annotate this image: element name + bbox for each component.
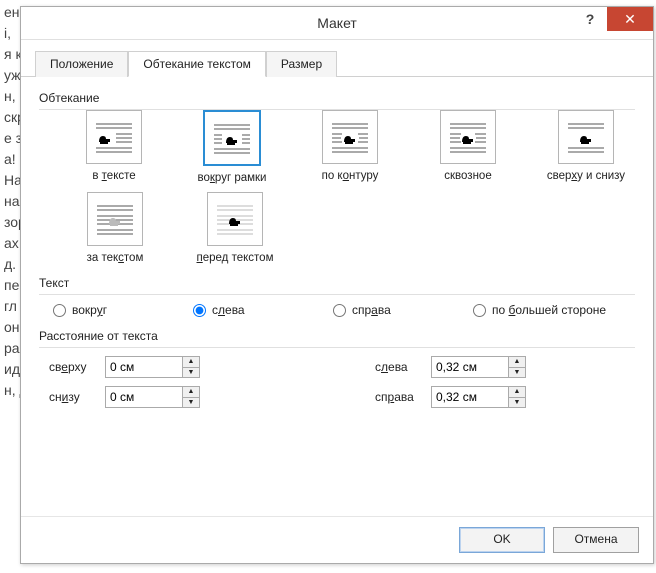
wrap-opt-through-label: сквозное xyxy=(444,170,491,182)
distance-grid: сверху ▲▼ слева ▲▼ снизу ▲▼ справа xyxy=(49,356,635,408)
spin-down-icon[interactable]: ▼ xyxy=(183,368,199,378)
tab-strip: Положение Обтекание текстом Размер xyxy=(21,40,653,77)
spin-up-icon[interactable]: ▲ xyxy=(183,387,199,398)
wrap-opt-through[interactable]: сквозное xyxy=(419,110,517,184)
close-button[interactable]: ✕ xyxy=(607,7,653,31)
dist-right-label: справа xyxy=(375,390,431,404)
dialog-content: Обтекание в тексте вокруг рамки по конту… xyxy=(21,77,653,516)
wrap-opt-behind-label: за текстом xyxy=(87,252,144,264)
dist-right-input[interactable] xyxy=(431,386,509,408)
titlebar: Макет ? ✕ xyxy=(21,7,653,40)
distance-group-label: Расстояние от текста xyxy=(39,329,635,343)
dialog-title: Макет xyxy=(21,7,653,39)
help-button[interactable]: ? xyxy=(573,7,607,31)
tab-position[interactable]: Положение xyxy=(35,51,128,77)
wrap-opt-front[interactable]: перед текстом xyxy=(185,192,285,264)
dist-top-input[interactable] xyxy=(105,356,183,378)
spin-down-icon[interactable]: ▼ xyxy=(183,398,199,408)
spin-down-icon[interactable]: ▼ xyxy=(509,398,525,408)
dist-left-input[interactable] xyxy=(431,356,509,378)
text-group-label: Текст xyxy=(39,276,635,290)
wrap-opt-behind[interactable]: за текстом xyxy=(65,192,165,264)
radio-both[interactable]: вокруг xyxy=(53,303,193,317)
wrapping-group-label: Обтекание xyxy=(39,91,635,105)
tab-wrapping[interactable]: Обтекание текстом xyxy=(128,51,265,77)
wrap-opt-topbottom-label: сверху и снизу xyxy=(547,170,625,182)
radio-right[interactable]: справа xyxy=(333,303,473,317)
wrap-opt-inline-label: в тексте xyxy=(92,170,135,182)
dist-bottom-spinner[interactable]: ▲▼ xyxy=(105,386,205,408)
wrap-opt-square[interactable]: вокруг рамки xyxy=(183,110,281,184)
wrap-opt-tight[interactable]: по контуру xyxy=(301,110,399,184)
text-side-radios: вокруг слева справа по большей стороне xyxy=(53,303,635,317)
spin-up-icon[interactable]: ▲ xyxy=(509,357,525,368)
dist-left-spinner[interactable]: ▲▼ xyxy=(431,356,531,378)
spin-down-icon[interactable]: ▼ xyxy=(509,368,525,378)
tab-size[interactable]: Размер xyxy=(266,51,337,77)
ok-button[interactable]: OK xyxy=(459,527,545,553)
wrap-options-row2: за текстом перед текстом xyxy=(65,192,635,264)
wrap-opt-square-label: вокруг рамки xyxy=(198,172,267,184)
wrap-options-row1: в тексте вокруг рамки по контуру сквозно… xyxy=(65,110,635,184)
spin-up-icon[interactable]: ▲ xyxy=(509,387,525,398)
wrap-opt-tight-label: по контуру xyxy=(322,170,379,182)
dialog-footer: OK Отмена xyxy=(21,516,653,563)
radio-left[interactable]: слева xyxy=(193,303,333,317)
dist-top-label: сверху xyxy=(49,360,105,374)
layout-dialog: Макет ? ✕ Положение Обтекание текстом Ра… xyxy=(20,6,654,564)
radio-largest[interactable]: по большей стороне xyxy=(473,303,606,317)
wrap-opt-front-label: перед текстом xyxy=(197,252,274,264)
dist-left-label: слева xyxy=(375,360,431,374)
dist-bottom-input[interactable] xyxy=(105,386,183,408)
spin-up-icon[interactable]: ▲ xyxy=(183,357,199,368)
dist-bottom-label: снизу xyxy=(49,390,105,404)
cancel-button[interactable]: Отмена xyxy=(553,527,639,553)
wrap-opt-topbottom[interactable]: сверху и снизу xyxy=(537,110,635,184)
dist-top-spinner[interactable]: ▲▼ xyxy=(105,356,205,378)
dist-right-spinner[interactable]: ▲▼ xyxy=(431,386,531,408)
wrap-opt-inline[interactable]: в тексте xyxy=(65,110,163,184)
